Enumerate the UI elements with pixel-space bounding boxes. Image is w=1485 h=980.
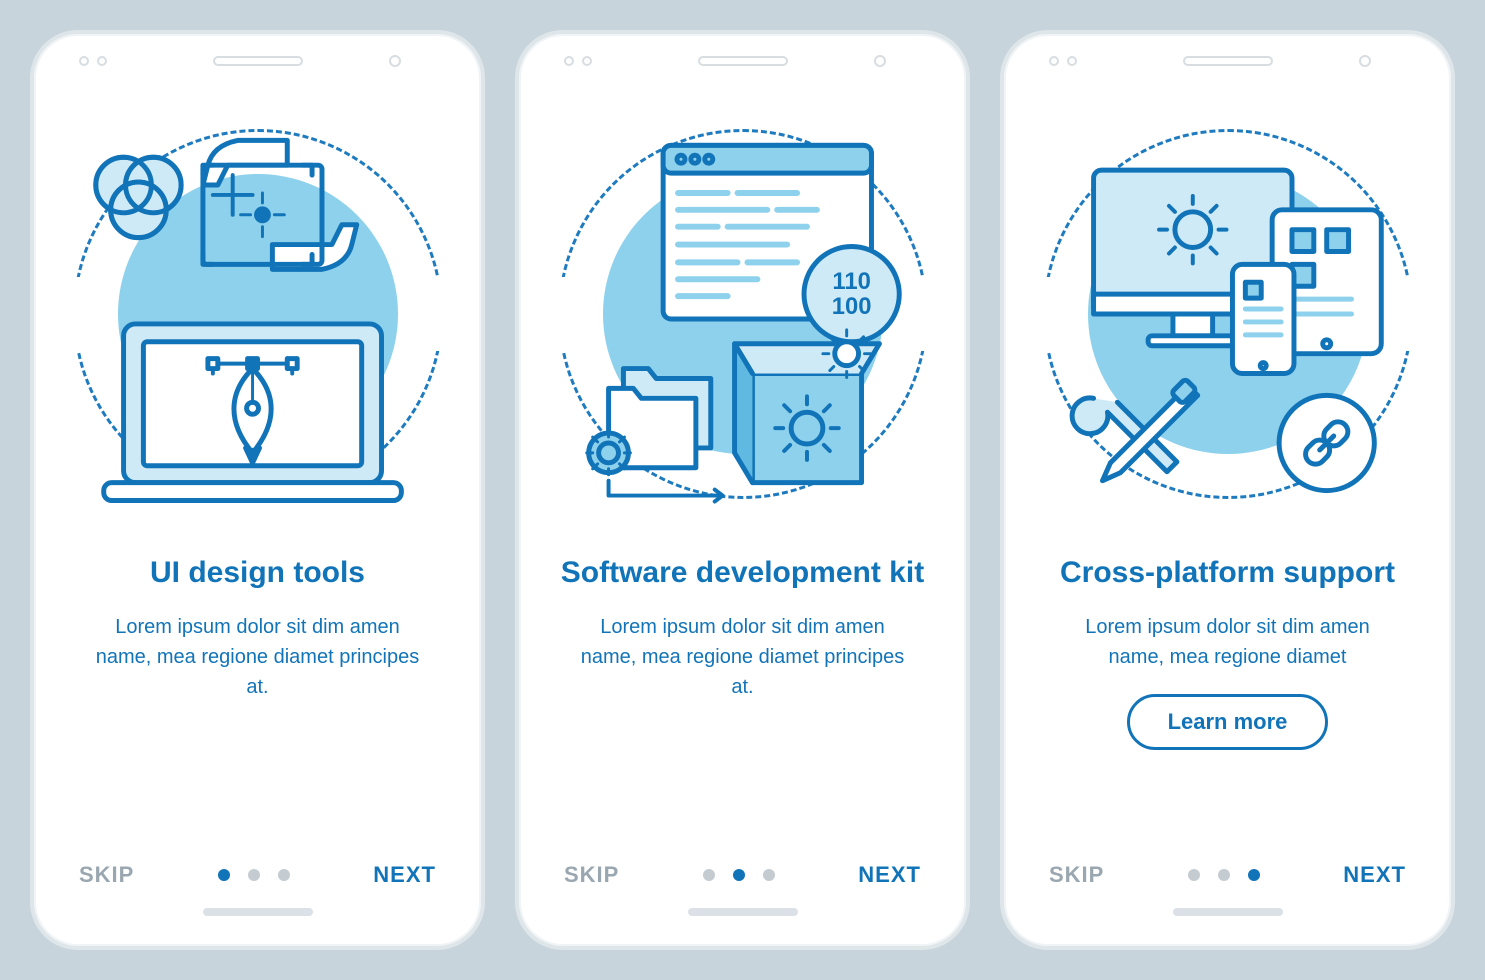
onboarding-title: Software development kit <box>561 554 924 592</box>
nav-bar: SKIP NEXT <box>69 852 446 908</box>
next-button[interactable]: NEXT <box>373 862 436 888</box>
nav-bar: SKIP NEXT <box>554 852 931 908</box>
onboarding-mockup-row: UI design tools Lorem ipsum dolor sit di… <box>20 30 1465 950</box>
content-area: UI design tools Lorem ipsum dolor sit di… <box>69 544 446 852</box>
page-dot-1[interactable] <box>1188 869 1200 881</box>
onboarding-title: UI design tools <box>150 554 365 592</box>
learn-more-button[interactable]: Learn more <box>1127 694 1329 750</box>
page-dot-2[interactable] <box>1218 869 1230 881</box>
page-dot-3[interactable] <box>763 869 775 881</box>
next-button[interactable]: NEXT <box>858 862 921 888</box>
page-indicator <box>218 869 290 881</box>
page-indicator <box>1188 869 1260 881</box>
page-dot-3[interactable] <box>1248 869 1260 881</box>
content-area: Cross-platform support Lorem ipsum dolor… <box>1039 544 1416 852</box>
svg-text:110: 110 <box>832 268 870 295</box>
onboarding-description: Lorem ipsum dolor sit dim amen name, mea… <box>88 612 428 702</box>
phone-notch <box>1004 56 1451 66</box>
phone-frame-1: UI design tools Lorem ipsum dolor sit di… <box>30 30 485 950</box>
page-dot-3[interactable] <box>278 869 290 881</box>
phone-frame-2: 110 100 <box>515 30 970 950</box>
phone-notch <box>34 56 481 66</box>
illustration-design-tools <box>69 84 446 544</box>
page-dot-1[interactable] <box>218 869 230 881</box>
phone-notch <box>519 56 966 66</box>
content-area: Software development kit Lorem ipsum dol… <box>554 544 931 852</box>
page-dot-1[interactable] <box>703 869 715 881</box>
page-dot-2[interactable] <box>733 869 745 881</box>
home-indicator-icon <box>688 908 798 916</box>
home-indicator-icon <box>1173 908 1283 916</box>
illustration-sdk: 110 100 <box>554 84 931 544</box>
onboarding-description: Lorem ipsum dolor sit dim amen name, mea… <box>1058 612 1398 672</box>
cross-platform-icon <box>1039 114 1416 514</box>
nav-bar: SKIP NEXT <box>1039 852 1416 908</box>
home-indicator-icon <box>203 908 313 916</box>
sdk-icon: 110 100 <box>554 114 931 514</box>
onboarding-description: Lorem ipsum dolor sit dim amen name, mea… <box>573 612 913 702</box>
phone-frame-3: Cross-platform support Lorem ipsum dolor… <box>1000 30 1455 950</box>
svg-text:100: 100 <box>832 293 872 320</box>
next-button[interactable]: NEXT <box>1343 862 1406 888</box>
skip-button[interactable]: SKIP <box>564 862 619 888</box>
camera-icon <box>389 55 401 67</box>
illustration-cross-platform <box>1039 84 1416 544</box>
camera-icon <box>874 55 886 67</box>
onboarding-title: Cross-platform support <box>1060 554 1395 592</box>
skip-button[interactable]: SKIP <box>1049 862 1104 888</box>
design-tools-icon <box>69 114 446 514</box>
speaker-icon <box>213 56 303 66</box>
camera-icon <box>1359 55 1371 67</box>
skip-button[interactable]: SKIP <box>79 862 134 888</box>
page-indicator <box>703 869 775 881</box>
speaker-icon <box>1183 56 1273 66</box>
page-dot-2[interactable] <box>248 869 260 881</box>
speaker-icon <box>698 56 788 66</box>
